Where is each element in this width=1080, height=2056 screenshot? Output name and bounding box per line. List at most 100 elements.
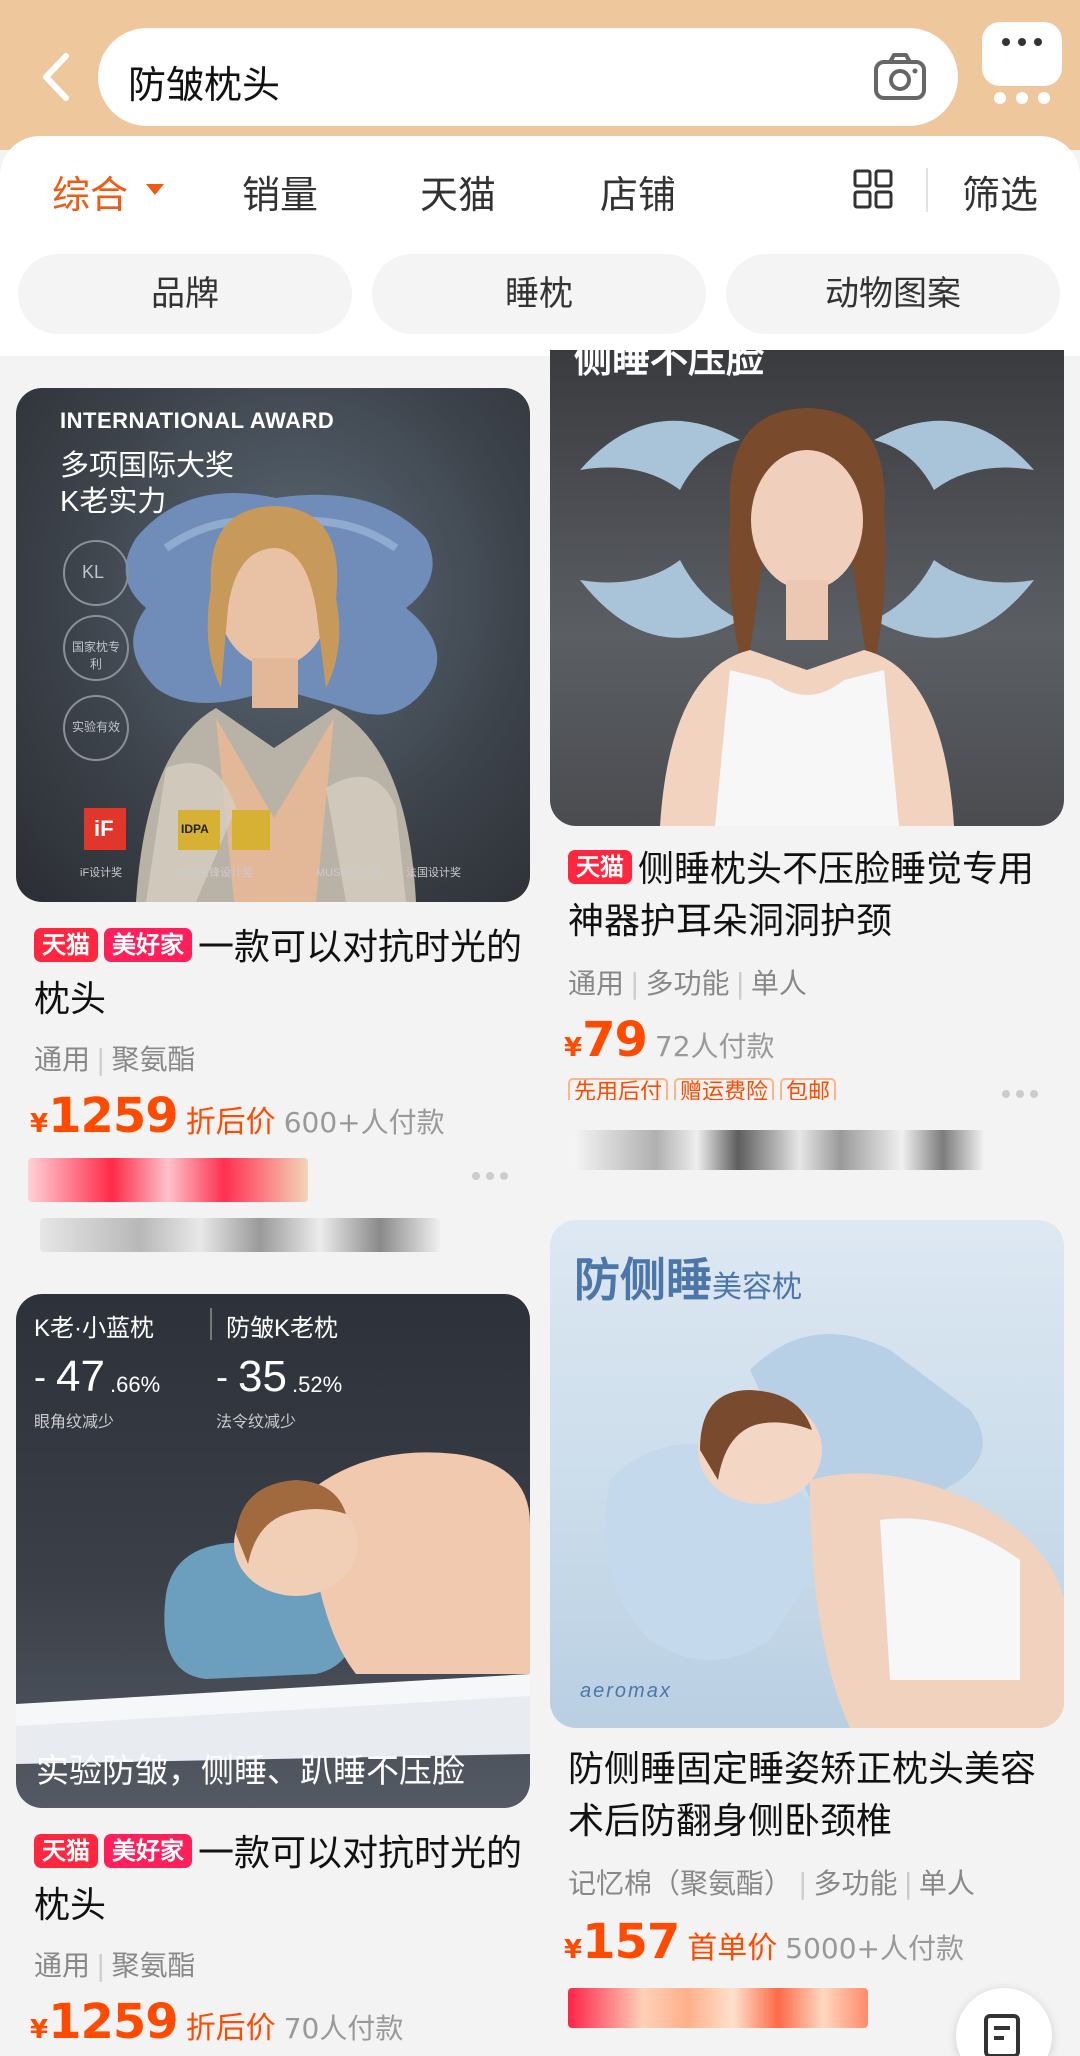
more-dots-icon[interactable]	[982, 22, 1062, 104]
product-title[interactable]: 天猫 侧睡枕头不压脸睡觉专用神器护耳朵洞洞护颈	[568, 844, 1068, 948]
stat-1-unit: .66%	[110, 1372, 161, 1397]
price-row: ¥157 首单价 5000+人付款	[564, 1914, 965, 1970]
shop-blur	[574, 1130, 984, 1170]
image-caption: 实验防皱，侧睡、趴睡不压脸	[36, 1752, 465, 1789]
filter-bar: 综合 销量 天猫 店铺 筛选 品牌 睡枕 动物图案	[0, 136, 1080, 356]
stat-1-dash: -	[34, 1356, 46, 1397]
award-label-3: MUSE设计奖	[316, 867, 381, 879]
image-product-name: 防皱K老枕	[226, 1315, 339, 1342]
price-tag: 折后价	[185, 1105, 276, 1140]
seal-kl-text: KL	[82, 562, 105, 582]
search-results-page: 防皱枕头 综合 销量 天猫 店铺 筛选 品牌 睡枕 动物图案 INTERNATI…	[0, 0, 1080, 2056]
search-header: 防皱枕头	[0, 0, 1080, 150]
more-options-icon[interactable]	[470, 1170, 510, 1182]
image-divider	[210, 1308, 212, 1340]
sold-count: 70人付款	[283, 2012, 404, 2045]
product-attrs: 通用 | 聚氨酯	[34, 1043, 196, 1076]
product-card-1[interactable]: INTERNATIONAL AWARD 多项国际大奖 K老实力 KL 国家枕专利…	[16, 388, 530, 1268]
product-card-3[interactable]: K老·小蓝枕 防皱K老枕 - 47 .66% 眼角纹减少 - 35 .52% 法…	[16, 1294, 530, 2056]
badge-tmall: 天猫	[34, 928, 98, 962]
tab-sales[interactable]: 销量	[242, 164, 318, 219]
attr-2: 多功能	[645, 967, 730, 1000]
back-arrow-icon[interactable]	[30, 40, 86, 114]
edit-icon[interactable]	[956, 1988, 1052, 2056]
seal-patent-text: 国家枕专利	[72, 640, 121, 671]
award-label-4: 法国设计奖	[406, 867, 461, 879]
tab-tmall[interactable]: 天猫	[420, 164, 496, 219]
sold-count: 72人付款	[654, 1030, 775, 1063]
attr-3: 单人	[750, 967, 807, 1000]
tab-store[interactable]: 店铺	[600, 164, 676, 219]
product-image[interactable]: 侧睡不压脸	[550, 350, 1064, 826]
price-row: ¥1259 折后价 600+人付款	[30, 1088, 445, 1144]
image-headline: 防侧睡	[574, 1254, 712, 1306]
stat-2-value: 35	[238, 1352, 287, 1401]
price-tag: 首单价	[687, 1931, 778, 1966]
promo-blur	[28, 1158, 308, 1202]
product-image[interactable]: 防侧睡 美容枕 aeromax	[550, 1220, 1064, 1728]
service-tags: 先用后付 赠运费险 包邮	[568, 1078, 842, 1100]
product-card-2[interactable]: 侧睡不压脸 天猫 侧睡枕头不压脸睡觉专用神器护耳朵洞洞护颈 通用 | 多功能 | 单人 ¥…	[550, 350, 1064, 1240]
service-tag-2: 赠运费险	[674, 1078, 775, 1100]
sold-count: 5000+人付款	[785, 1932, 965, 1965]
image-headline: 侧睡不压脸	[574, 350, 765, 381]
stat-1-label: 眼角纹减少	[34, 1414, 115, 1431]
product-image[interactable]: INTERNATIONAL AWARD 多项国际大奖 K老实力 KL 国家枕专利…	[16, 388, 530, 902]
filter-button[interactable]: 筛选	[962, 164, 1038, 219]
product-attrs: 通用 | 多功能 | 单人	[568, 967, 807, 1000]
idpa-logo-text: IDPA	[181, 822, 209, 836]
tab-divider	[926, 168, 928, 212]
attr-2: 聚氨酯	[111, 1043, 196, 1076]
stat-2-unit: .52%	[292, 1372, 343, 1397]
product-title[interactable]: 防侧睡固定睡姿矫正枕头美容术后防翻身侧卧颈椎	[568, 1744, 1068, 1848]
grid-view-icon[interactable]	[852, 168, 894, 210]
product-title[interactable]: 天猫 美好家 一款可以对抗时光的枕头	[34, 922, 534, 1026]
sold-count: 600+人付款	[283, 1106, 445, 1139]
tab-comprehensive[interactable]: 综合	[52, 164, 128, 219]
price: 1259	[48, 1088, 179, 1144]
price-tag: 折后价	[185, 2011, 276, 2046]
attr-3: 单人	[918, 1867, 975, 1900]
attr-2: 聚氨酯	[111, 1949, 196, 1982]
price: 157	[582, 1914, 680, 1970]
search-query: 防皱枕头	[128, 63, 281, 107]
attr-1: 通用	[34, 1949, 91, 1982]
attr-1: 通用	[568, 967, 625, 1000]
price: 79	[582, 1012, 648, 1068]
product-title-text: 防侧睡固定睡姿矫正枕头美容术后防翻身侧卧颈椎	[568, 1749, 1037, 1842]
image-brand: K老·小蓝枕	[34, 1315, 154, 1342]
image-subline: 美容枕	[712, 1271, 802, 1304]
service-tag-3: 包邮	[780, 1078, 837, 1100]
attr-1: 通用	[34, 1043, 91, 1076]
attr-2: 多功能	[813, 1867, 898, 1900]
product-title[interactable]: 天猫 美好家 一款可以对抗时光的枕头	[34, 1828, 534, 1932]
product-card-4[interactable]: 防侧睡 美容枕 aeromax 防侧睡固定睡姿矫正枕头美容术后防翻身侧卧颈椎 记…	[550, 1220, 1064, 2056]
search-input[interactable]: 防皱枕头	[98, 28, 958, 126]
price-row: ¥1259 折后价 70人付款	[30, 1994, 404, 2050]
shop-blur	[40, 1218, 440, 1252]
product-title-text: 侧睡枕头不压脸睡觉专用神器护耳朵洞洞护颈	[568, 849, 1035, 942]
stat-2-dash: -	[216, 1356, 228, 1397]
caret-down-icon	[146, 184, 164, 195]
promo-blur	[568, 1988, 868, 2028]
price-row: ¥79 72人付款	[564, 1012, 775, 1068]
stat-2-label: 法令纹减少	[216, 1414, 297, 1431]
badge-meihaojia: 美好家	[104, 928, 192, 962]
chip-brand[interactable]: 品牌	[18, 254, 352, 334]
image-brand: aeromax	[580, 1680, 672, 1702]
badge-meihaojia: 美好家	[104, 1834, 192, 1868]
if-logo-text: iF	[94, 816, 114, 841]
award-label-1: iF设计奖	[80, 867, 123, 879]
award-label-2: 国际先锋设计奖	[176, 867, 253, 879]
product-attrs: 通用 | 聚氨酯	[34, 1949, 196, 1982]
more-options-icon[interactable]	[1000, 1088, 1040, 1100]
badge-tmall: 天猫	[34, 1834, 98, 1868]
product-image[interactable]: K老·小蓝枕 防皱K老枕 - 47 .66% 眼角纹减少 - 35 .52% 法…	[16, 1294, 530, 1808]
attr-1: 记忆棉（聚氨酯）	[568, 1867, 793, 1900]
chip-animal-pattern[interactable]: 动物图案	[726, 254, 1060, 334]
chip-sleep-pillow[interactable]: 睡枕	[372, 254, 706, 334]
product-attrs: 记忆棉（聚氨酯） | 多功能 | 单人	[568, 1867, 975, 1900]
award-english-text: INTERNATIONAL AWARD	[60, 408, 335, 433]
award-line-2: K老实力	[60, 486, 167, 518]
camera-icon[interactable]	[872, 50, 928, 102]
